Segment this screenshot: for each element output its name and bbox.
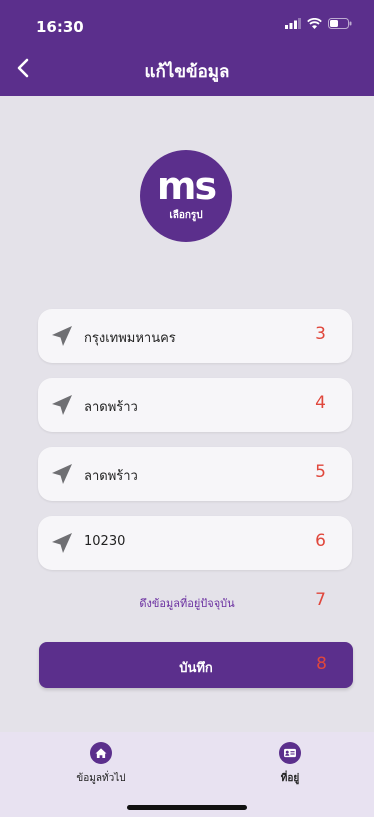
navigation-arrow-icon [52,326,72,346]
subdistrict-field[interactable]: ลาดพร้าว 5 [38,447,352,501]
field-number: 5 [315,462,326,482]
save-number: 8 [316,654,327,674]
navigation-arrow-icon [52,533,72,553]
status-bar: 16:30 [0,0,374,44]
navigation-arrow-icon [52,464,72,484]
avatar-initials: ms [156,164,217,208]
province-field[interactable]: กรุงเทพมหานคร 3 [38,309,352,363]
field-number: 3 [315,324,326,344]
page-title: แก้ไขข้อมูล [144,62,230,82]
address-card-icon [279,742,301,764]
save-button[interactable]: บันทึก 8 [39,642,353,688]
status-time: 16:30 [36,18,84,36]
edit-form: ms เลือกรูป กรุงเทพมหานคร 3 ลาดพร้าว 4 ล… [0,96,374,732]
navigation-arrow-icon [52,395,72,415]
tab-address[interactable]: ที่อยู่ [235,742,345,786]
district-field[interactable]: ลาดพร้าว 4 [38,378,352,432]
wifi-icon [307,18,322,29]
choose-photo-label: เลือกรูป [169,210,203,221]
fetch-number: 7 [315,590,326,610]
save-button-label: บันทึก [179,661,213,676]
tab-general-info-label: ข้อมูลทั่วไป [76,773,126,784]
nav-bar: แก้ไขข้อมูล [0,44,374,96]
field-number: 4 [315,393,326,413]
field-number: 6 [315,531,326,551]
home-icon [90,742,112,764]
tab-address-label: ที่อยู่ [280,773,300,784]
battery-icon [328,18,352,29]
avatar-picker[interactable]: ms เลือกรูป [140,150,232,242]
province-value: กรุงเทพมหานคร [84,331,176,346]
district-value: ลาดพร้าว [84,400,138,415]
subdistrict-value: ลาดพร้าว [84,469,138,484]
postal-code-value: 10230 [84,534,126,549]
tab-general-info[interactable]: ข้อมูลทั่วไป [46,742,156,786]
home-indicator[interactable] [127,805,247,810]
status-icons [285,18,352,29]
postal-code-field[interactable]: 10230 6 [38,516,352,570]
signal-icon [285,18,301,29]
